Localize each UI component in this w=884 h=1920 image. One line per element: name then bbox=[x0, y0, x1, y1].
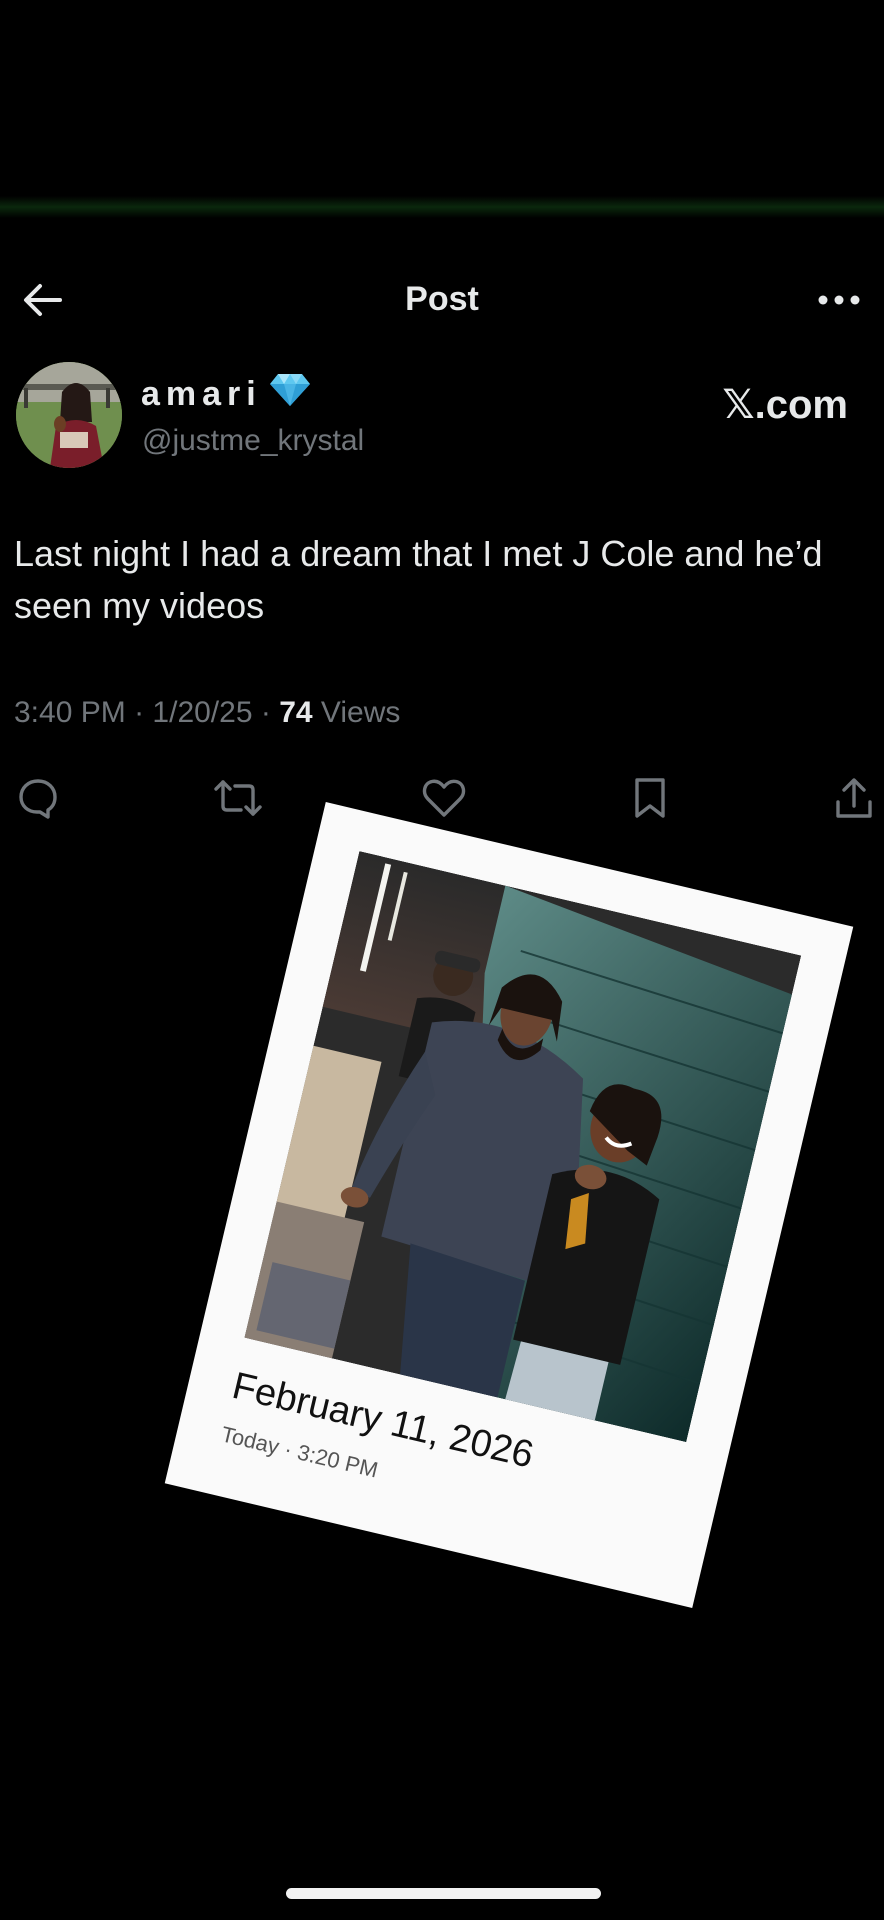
polaroid-photo bbox=[244, 851, 802, 1443]
reply-button[interactable] bbox=[10, 770, 66, 826]
post-meta: 3:40 PM · 1/20/25 · 74 Views bbox=[14, 696, 400, 730]
meta-separator: · bbox=[134, 696, 145, 729]
post-date[interactable]: 1/20/25 bbox=[152, 696, 252, 729]
views-count[interactable]: 74 bbox=[279, 696, 312, 729]
status-bar-glow bbox=[0, 196, 884, 218]
more-options-button[interactable] bbox=[814, 276, 864, 324]
post-time[interactable]: 3:40 PM bbox=[14, 696, 126, 729]
post-author: amari @justme_krystal 𝕏.com bbox=[16, 362, 868, 472]
avatar[interactable] bbox=[16, 362, 122, 468]
repost-button[interactable] bbox=[210, 770, 266, 826]
meta-separator: · bbox=[260, 696, 271, 729]
more-dots-icon bbox=[818, 295, 860, 305]
repost-icon bbox=[214, 780, 262, 816]
comment-icon bbox=[19, 779, 57, 819]
bookmark-button[interactable] bbox=[622, 770, 678, 826]
author-display-name[interactable]: amari bbox=[141, 372, 312, 417]
share-button[interactable] bbox=[826, 770, 882, 826]
polaroid-card: February 11, 2026 Today · 3:20 PM bbox=[164, 802, 854, 1608]
diamond-icon bbox=[268, 372, 312, 417]
display-name-text: amari bbox=[141, 375, 262, 413]
home-indicator[interactable] bbox=[286, 1888, 601, 1899]
avatar-image bbox=[16, 362, 122, 468]
like-button[interactable] bbox=[416, 770, 472, 826]
x-com-watermark: 𝕏.com bbox=[722, 383, 848, 427]
author-handle[interactable]: @justme_krystal bbox=[142, 424, 364, 458]
bookmark-icon bbox=[635, 778, 665, 818]
views-label[interactable]: Views bbox=[321, 696, 400, 729]
share-icon bbox=[836, 778, 872, 818]
post-text: Last night I had a dream that I met J Co… bbox=[14, 533, 823, 626]
heart-icon bbox=[422, 779, 466, 817]
post-header: Post bbox=[0, 270, 884, 330]
page-title: Post bbox=[405, 280, 479, 318]
post-actions bbox=[0, 770, 884, 830]
